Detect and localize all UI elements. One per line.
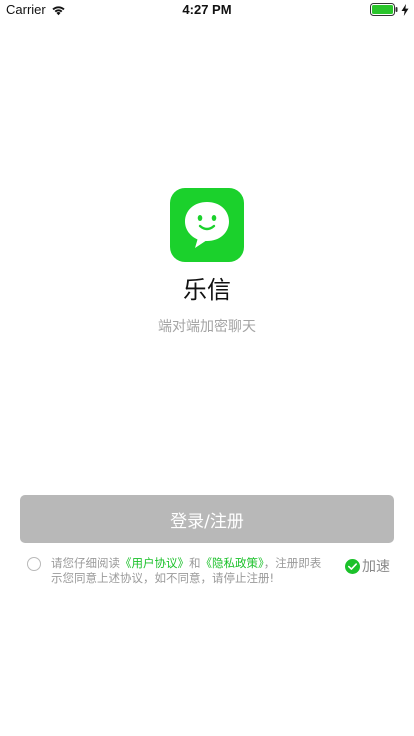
accelerate-toggle[interactable]: 加速 bbox=[345, 556, 390, 576]
app-name: 乐信 bbox=[183, 276, 231, 304]
agreement-text: 请您仔细阅读《用户协议》和《隐私政策》，注册即表示您同意上述协议，如不同意，请停… bbox=[51, 556, 331, 586]
check-circle-icon bbox=[345, 558, 360, 574]
status-right-icons bbox=[370, 3, 409, 16]
app-logo bbox=[170, 188, 244, 262]
privacy-policy-link[interactable]: 《隐私政策》 bbox=[201, 556, 264, 570]
chat-bubble-smile-icon bbox=[185, 202, 229, 248]
agreement-conjunction: 和 bbox=[189, 556, 201, 570]
status-bar: Carrier 4:27 PM bbox=[0, 0, 414, 20]
status-time: 4:27 PM bbox=[182, 2, 232, 17]
agreement-checkbox[interactable] bbox=[27, 557, 41, 571]
agreement-prefix: 请您仔细阅读 bbox=[51, 556, 120, 570]
charging-bolt-icon bbox=[401, 3, 409, 16]
login-register-button[interactable]: 登录/注册 bbox=[20, 495, 394, 543]
accelerate-label: 加速 bbox=[362, 559, 390, 575]
battery-full-icon bbox=[370, 3, 398, 16]
user-agreement-link[interactable]: 《用户协议》 bbox=[120, 556, 189, 570]
app-tagline: 端对端加密聊天 bbox=[158, 319, 256, 335]
